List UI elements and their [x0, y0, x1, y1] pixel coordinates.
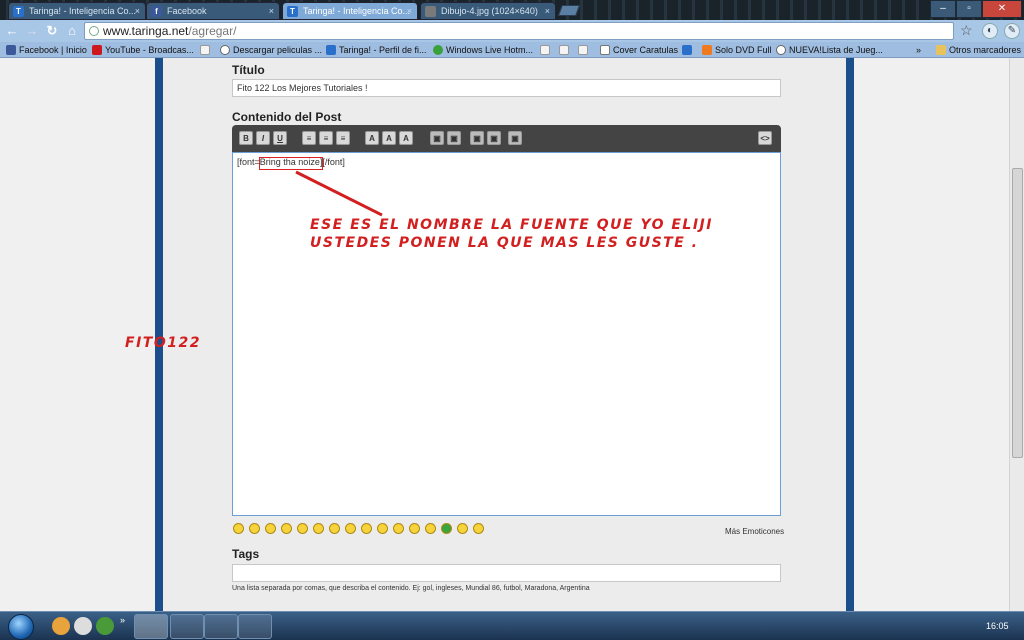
- annotation-arrow: [295, 170, 383, 217]
- quicklaunch-overflow[interactable]: »: [120, 615, 125, 625]
- taskbar-app-button[interactable]: [204, 614, 238, 639]
- taskbar-app-button[interactable]: [238, 614, 272, 639]
- annotation-line-2: USTEDES PONEN LA QUE MAS LES GUSTE .: [310, 235, 699, 251]
- windows-start-icon[interactable]: [8, 614, 34, 640]
- annotation-line-1: ESE ES EL NOMBRE LA FUENTE QUE YO ELIJI: [310, 217, 713, 233]
- windows-taskbar: » 16:05: [0, 611, 1024, 640]
- aim-icon[interactable]: [52, 617, 70, 635]
- chrome-icon[interactable]: [96, 617, 114, 635]
- system-tray[interactable]: [926, 621, 980, 631]
- arrow-line: [295, 170, 383, 217]
- clock: 16:05: [986, 621, 1009, 631]
- taskbar-chrome-button[interactable]: [134, 614, 168, 639]
- taskbar-app-button[interactable]: [170, 614, 204, 639]
- signature-text: FITO122: [125, 335, 201, 351]
- page-scrollbar[interactable]: [1009, 58, 1024, 611]
- scrollbar-thumb[interactable]: [1012, 168, 1023, 458]
- media-icon[interactable]: [74, 617, 92, 635]
